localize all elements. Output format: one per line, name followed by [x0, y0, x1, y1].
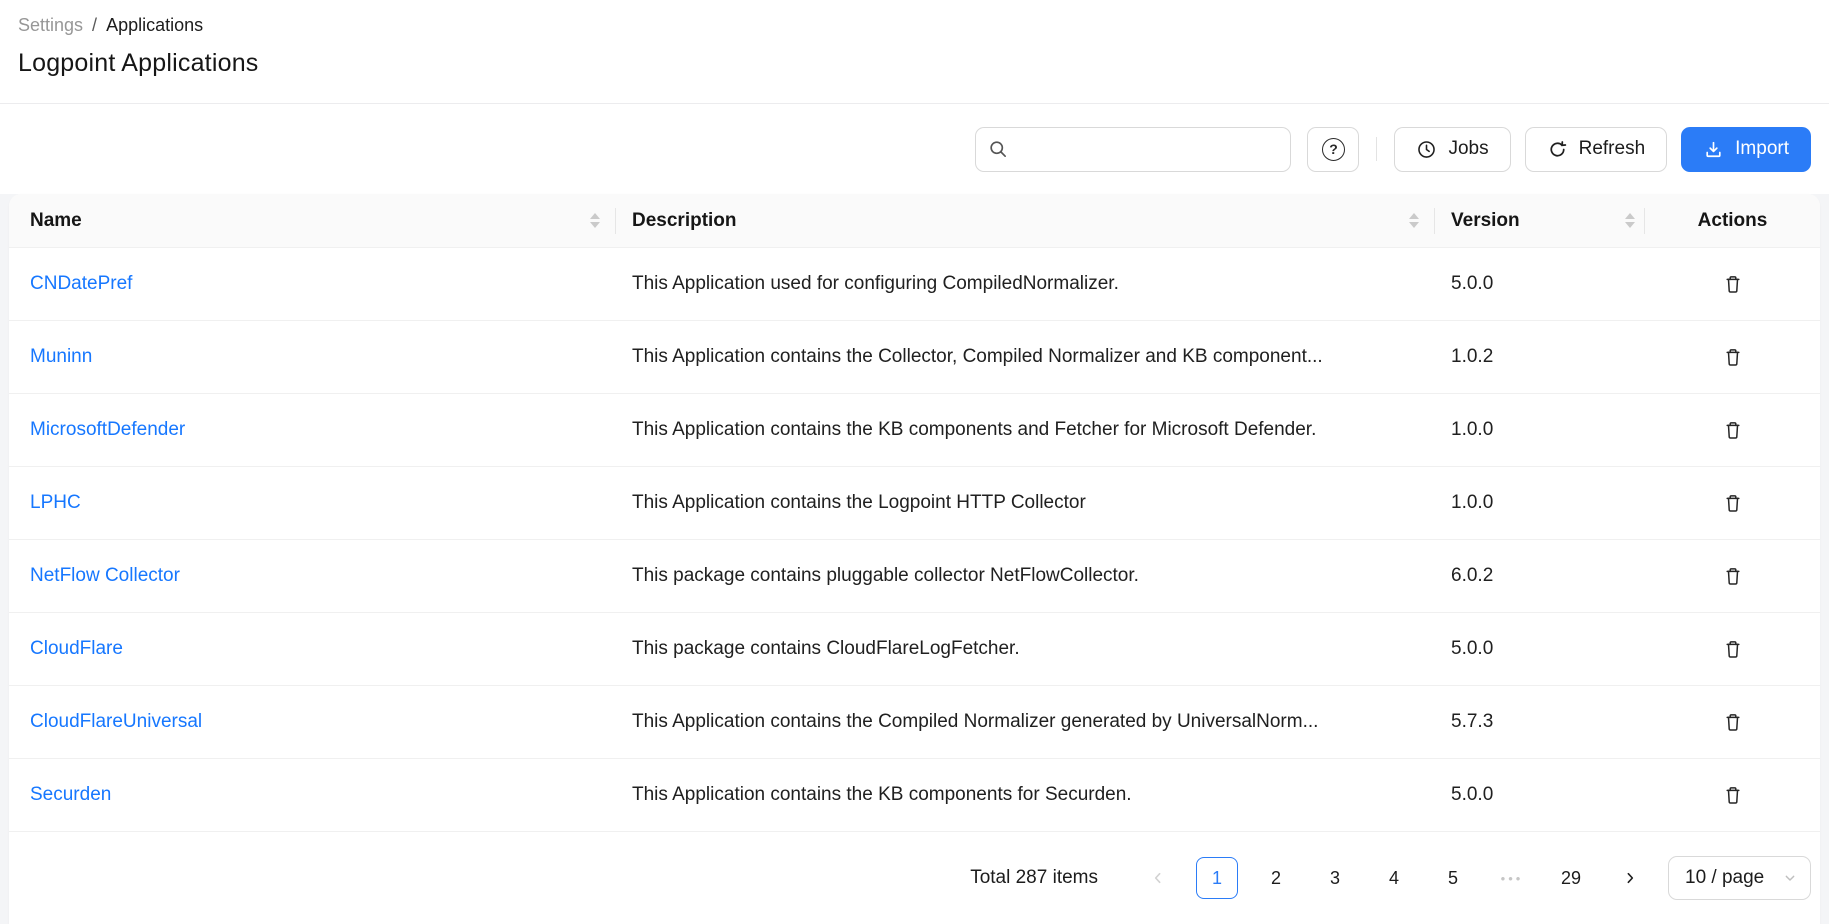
column-header-name-label: Name	[30, 210, 82, 232]
column-header-version-label: Version	[1451, 210, 1520, 232]
column-header-description[interactable]: Description	[616, 194, 1435, 247]
app-description: This package contains CloudFlareLogFetch…	[632, 638, 1020, 659]
chevron-right-icon	[1622, 870, 1638, 886]
caret-up-down-icon	[1625, 213, 1635, 228]
app-version: 1.0.0	[1451, 492, 1493, 513]
app-name-link[interactable]: MicrosoftDefender	[30, 419, 185, 440]
app-name-link[interactable]: CloudFlare	[30, 638, 123, 659]
trash-icon	[1723, 785, 1743, 806]
column-header-name[interactable]: Name	[9, 194, 616, 247]
pagination-page-3[interactable]: 3	[1314, 857, 1356, 899]
delete-button[interactable]	[1719, 781, 1747, 810]
app-description: This package contains pluggable collecto…	[632, 565, 1139, 586]
pagination-total: Total 287 items	[970, 867, 1098, 889]
app-description: This Application contains the Collector,…	[632, 346, 1323, 367]
table-row: LPHC This Application contains the Logpo…	[9, 467, 1820, 540]
column-header-actions-label: Actions	[1698, 210, 1768, 232]
app-description: This Application used for configuring Co…	[632, 273, 1119, 294]
trash-icon	[1723, 274, 1743, 295]
trash-icon	[1723, 712, 1743, 733]
column-header-version[interactable]: Version	[1435, 194, 1645, 247]
table-row: CloudFlare This package contains CloudFl…	[9, 613, 1820, 686]
table-header-row: Name Description Version Actions	[9, 194, 1820, 248]
app-description: This Application contains the KB compone…	[632, 784, 1132, 805]
delete-button[interactable]	[1719, 635, 1747, 664]
page-header: Settings / Applications Logpoint Applica…	[0, 0, 1829, 104]
search-box	[975, 127, 1291, 172]
app-name-link[interactable]: Securden	[30, 784, 111, 805]
import-button-label: Import	[1735, 138, 1789, 160]
pagination-page-2[interactable]: 2	[1255, 857, 1297, 899]
trash-icon	[1723, 639, 1743, 660]
pagination-page-1[interactable]: 1	[1196, 857, 1238, 899]
trash-icon	[1723, 420, 1743, 441]
pagination-next-button[interactable]	[1609, 857, 1651, 899]
app-name-link[interactable]: CNDatePref	[30, 273, 132, 294]
breadcrumb: Settings / Applications	[18, 15, 1811, 36]
app-version: 5.7.3	[1451, 711, 1493, 732]
pagination-page-29[interactable]: 29	[1550, 857, 1592, 899]
jobs-button-label: Jobs	[1448, 138, 1488, 160]
page-size-label: 10 / page	[1685, 867, 1764, 889]
chevron-left-icon	[1150, 870, 1166, 886]
app-version: 5.0.0	[1451, 784, 1493, 805]
app-name-link[interactable]: NetFlow Collector	[30, 565, 180, 586]
trash-icon	[1723, 566, 1743, 587]
trash-icon	[1723, 493, 1743, 514]
delete-button[interactable]	[1719, 343, 1747, 372]
app-version: 1.0.2	[1451, 346, 1493, 367]
reload-icon	[1547, 139, 1568, 160]
app-description: This Application contains the Compiled N…	[632, 711, 1318, 732]
delete-button[interactable]	[1719, 489, 1747, 518]
app-name-link[interactable]: CloudFlareUniversal	[30, 711, 202, 732]
app-description: This Application contains the Logpoint H…	[632, 492, 1086, 513]
pagination: Total 287 items 1 2 3 4 5 ••• 29 10 / pa…	[9, 832, 1820, 900]
table-row: Securden This Application contains the K…	[9, 759, 1820, 832]
search-icon	[988, 139, 1008, 159]
trash-icon	[1723, 347, 1743, 368]
breadcrumb-settings[interactable]: Settings	[18, 15, 83, 36]
app-name-link[interactable]: Muninn	[30, 346, 92, 367]
table-row: CNDatePref This Application used for con…	[9, 248, 1820, 321]
page-title: Logpoint Applications	[18, 49, 1811, 78]
help-button[interactable]: ?	[1307, 127, 1359, 172]
toolbar: ? Jobs Refresh Import	[0, 104, 1829, 194]
download-icon	[1703, 139, 1724, 160]
breadcrumb-applications: Applications	[106, 15, 203, 36]
app-name-link[interactable]: LPHC	[30, 492, 81, 513]
delete-button[interactable]	[1719, 708, 1747, 737]
question-circle-icon: ?	[1322, 138, 1345, 161]
app-description: This Application contains the KB compone…	[632, 419, 1316, 440]
delete-button[interactable]	[1719, 562, 1747, 591]
pagination-ellipsis[interactable]: •••	[1491, 857, 1533, 899]
refresh-button[interactable]: Refresh	[1525, 127, 1668, 172]
breadcrumb-separator: /	[92, 15, 97, 36]
app-version: 5.0.0	[1451, 638, 1493, 659]
import-button[interactable]: Import	[1681, 127, 1811, 172]
table-row: NetFlow Collector This package contains …	[9, 540, 1820, 613]
delete-button[interactable]	[1719, 270, 1747, 299]
jobs-button[interactable]: Jobs	[1394, 127, 1510, 172]
toolbar-divider	[1376, 137, 1377, 161]
caret-up-down-icon	[590, 213, 600, 228]
page-size-select[interactable]: 10 / page	[1668, 856, 1811, 900]
app-version: 1.0.0	[1451, 419, 1493, 440]
app-version: 5.0.0	[1451, 273, 1493, 294]
pagination-page-4[interactable]: 4	[1373, 857, 1415, 899]
pagination-page-5[interactable]: 5	[1432, 857, 1474, 899]
clock-icon	[1416, 139, 1437, 160]
caret-up-down-icon	[1409, 213, 1419, 228]
app-version: 6.0.2	[1451, 565, 1493, 586]
column-header-actions: Actions	[1645, 194, 1820, 247]
table-row: Muninn This Application contains the Col…	[9, 321, 1820, 394]
chevron-down-icon	[1782, 870, 1798, 886]
applications-table-card: Name Description Version Actions CNDateP…	[9, 194, 1820, 924]
delete-button[interactable]	[1719, 416, 1747, 445]
search-input[interactable]	[975, 127, 1291, 172]
table-row: CloudFlareUniversal This Application con…	[9, 686, 1820, 759]
column-header-description-label: Description	[632, 210, 737, 232]
refresh-button-label: Refresh	[1579, 138, 1646, 160]
table-row: MicrosoftDefender This Application conta…	[9, 394, 1820, 467]
pagination-prev-button[interactable]	[1137, 857, 1179, 899]
